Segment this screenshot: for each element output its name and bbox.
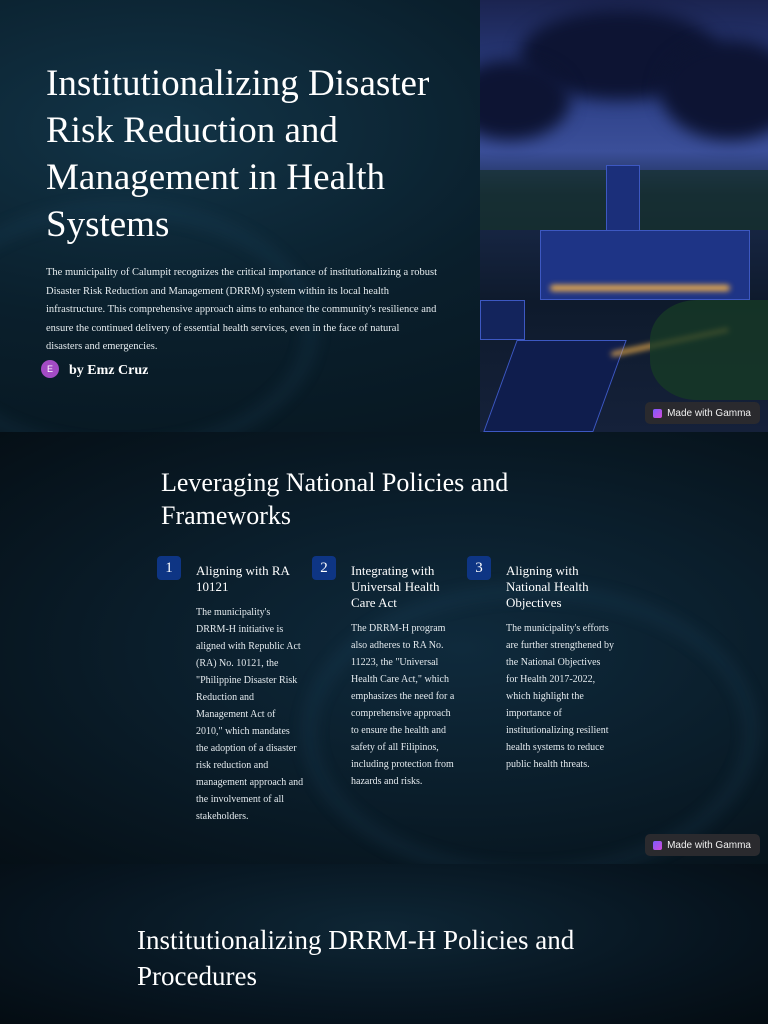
step-number: 3 xyxy=(467,556,491,580)
intro-description: The municipality of Calumpit recognizes … xyxy=(46,267,438,352)
card-body: The municipality's efforts are further s… xyxy=(506,623,615,770)
card-body: The DRRM-H program also adheres to RA No… xyxy=(351,623,455,787)
badge-label: Made with Gamma xyxy=(667,407,751,419)
made-with-gamma-badge[interactable]: Made with Gamma xyxy=(645,402,760,424)
made-with-gamma-badge[interactable]: Made with Gamma xyxy=(645,834,760,856)
avatar: E xyxy=(41,360,59,378)
hero-image-hospital-storm xyxy=(480,0,768,432)
section-title: Leveraging National Policies and Framewo… xyxy=(161,468,509,530)
card-body: The municipality's DRRM-H initiative is … xyxy=(196,607,304,822)
step-number: 1 xyxy=(157,556,181,580)
page-title: Institutionalizing Disaster Risk Reducti… xyxy=(46,63,430,245)
title-slide: Institutionalizing Disaster Risk Reducti… xyxy=(0,0,768,432)
policies-slide: Leveraging National Policies and Framewo… xyxy=(0,432,768,864)
badge-label: Made with Gamma xyxy=(667,839,751,851)
step-number: 2 xyxy=(312,556,336,580)
card-title: Aligning with National Health Objectives xyxy=(506,563,589,610)
card-title: Integrating with Universal Health Care A… xyxy=(351,563,440,610)
gamma-logo-icon xyxy=(653,408,663,418)
procedures-slide: Institutionalizing DRRM-H Policies and P… xyxy=(0,864,768,1024)
author-name: by Emz Cruz xyxy=(69,363,149,378)
card-title: Aligning with RA 10121 xyxy=(196,563,290,594)
section-title: Institutionalizing DRRM-H Policies and P… xyxy=(137,925,575,991)
gamma-logo-icon xyxy=(653,840,663,850)
